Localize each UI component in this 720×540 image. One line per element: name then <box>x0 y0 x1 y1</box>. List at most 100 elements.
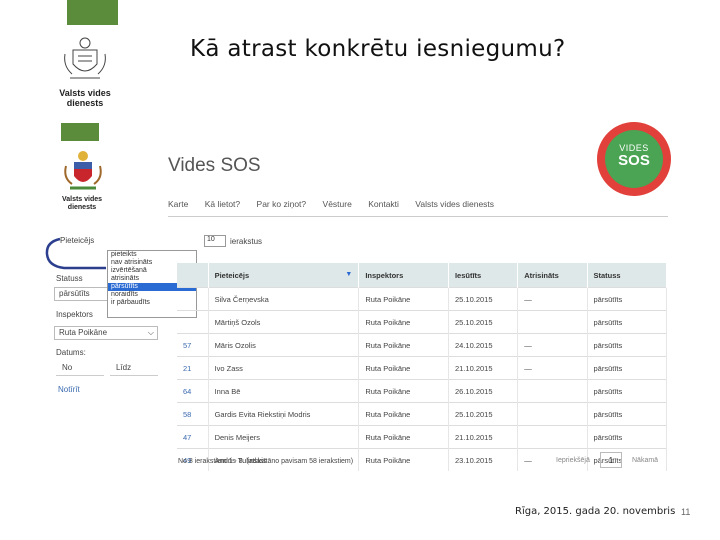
header-inspector[interactable]: Inspektors <box>358 263 449 288</box>
row-applicant: Inna Bē <box>208 379 360 403</box>
row-inspector: Ruta Poikāne <box>358 287 449 311</box>
pieteicejs-label: Pieteicējs <box>60 236 95 245</box>
row-status: pārsūtīts <box>587 356 667 380</box>
row-applicant: Ivo Zass <box>208 356 360 380</box>
row-id[interactable]: 57 <box>177 333 209 357</box>
slide-page-number: 11 <box>681 507 691 517</box>
per-page-suffix: ierakstus <box>230 237 263 246</box>
sort-down-icon: ▼ <box>345 270 353 278</box>
row-inspector: Ruta Poikāne <box>358 356 449 380</box>
row-id[interactable]: 58 <box>177 402 209 426</box>
row-id[interactable] <box>177 310 209 334</box>
inspector-label: Inspektors <box>56 310 93 319</box>
header-solved[interactable]: Atrisināts <box>517 263 588 288</box>
header-id <box>177 263 209 288</box>
nav-item-valsts-vides-dienests[interactable]: Valsts vides dienests <box>415 199 494 209</box>
logo-bottom-line2: dienests <box>67 204 97 211</box>
main-nav: Karte Kā lietot? Par ko ziņot? Vēsture K… <box>168 199 508 209</box>
date-from-input[interactable]: No <box>56 362 104 376</box>
row-inspector: Ruta Poikāne <box>358 333 449 357</box>
submissions-table: Pieteicējs ▼ Inspektors Iesūtīts Atrisin… <box>177 263 667 471</box>
row-solved <box>517 425 588 449</box>
table-row[interactable]: 57 Māris Ozolis Ruta Poikāne 24.10.2015 … <box>177 333 667 357</box>
slide-footer: Rīga, 2015. gada 20. novembris <box>515 506 676 517</box>
row-status: pārsūtīts <box>587 402 667 426</box>
nav-item-ka-lietot[interactable]: Kā lietot? <box>205 199 240 209</box>
row-submitted: 24.10.2015 <box>448 333 519 357</box>
green-block-top <box>67 0 118 25</box>
row-solved: — <box>517 287 588 311</box>
row-inspector: Ruta Poikāne <box>358 379 449 403</box>
badge-line2: SOS <box>618 152 650 169</box>
row-inspector: Ruta Poikāne <box>358 402 449 426</box>
logo-text-bottom: Valsts vides dienests <box>52 196 112 212</box>
row-id[interactable]: 21 <box>177 356 209 380</box>
row-submitted: 25.10.2015 <box>448 287 519 311</box>
table-row[interactable]: 58 Gardis Evita Riekstiņi Modris Ruta Po… <box>177 402 667 426</box>
row-status: pārsūtīts <box>587 287 667 311</box>
table-footer-info: No 8 ierakstiem 1 - 8. (atlasītāno pavis… <box>178 458 354 465</box>
row-solved <box>517 379 588 403</box>
nav-item-vesture[interactable]: Vēsture <box>323 199 352 209</box>
green-block-middle <box>61 123 99 141</box>
row-status: pārsūtīts <box>587 310 667 334</box>
row-id[interactable]: 64 <box>177 379 209 403</box>
coat-of-arms-logo-bottom <box>64 151 102 190</box>
date-label: Datums: <box>56 348 86 357</box>
row-solved: — <box>517 333 588 357</box>
per-page-select[interactable]: 10 <box>204 235 226 247</box>
vides-sos-badge-inner: VIDES SOS <box>605 130 663 188</box>
pager-page[interactable]: 1 <box>600 452 622 468</box>
row-submitted: 21.10.2015 <box>448 425 519 449</box>
row-applicant: Gardis Evita Riekstiņi Modris <box>208 402 360 426</box>
row-inspector: Ruta Poikāne <box>358 310 449 334</box>
row-submitted: 26.10.2015 <box>448 379 519 403</box>
status-option[interactable]: pieteikts <box>108 251 196 259</box>
table-row[interactable]: 47 Denis Meijers Ruta Poikāne 21.10.2015… <box>177 425 667 449</box>
row-applicant: Silva Čerņevska <box>208 287 360 311</box>
row-solved: — <box>517 356 588 380</box>
nav-item-par-ko-zinot[interactable]: Par ko ziņot? <box>257 199 307 209</box>
row-id[interactable] <box>177 287 209 311</box>
status-label: Statuss <box>56 274 83 283</box>
row-inspector: Ruta Poikāne <box>358 448 449 471</box>
slide-title: Kā atrast konkrētu iesniegumu? <box>190 36 566 62</box>
inspector-select[interactable]: Ruta Poikāne ⌵ <box>54 326 158 340</box>
row-submitted: 23.10.2015 <box>448 448 519 471</box>
row-submitted: 21.10.2015 <box>448 356 519 380</box>
coat-of-arms-logo-top <box>64 37 106 79</box>
row-inspector: Ruta Poikāne <box>358 425 449 449</box>
row-submitted: 25.10.2015 <box>448 402 519 426</box>
table-header-row: Pieteicējs ▼ Inspektors Iesūtīts Atrisin… <box>177 263 667 288</box>
header-status[interactable]: Statuss <box>587 263 667 288</box>
nav-item-kontakti[interactable]: Kontakti <box>368 199 399 209</box>
header-submitted[interactable]: Iesūtīts <box>448 263 519 288</box>
inspector-value: Ruta Poikāne <box>59 328 108 337</box>
chevron-down-icon: ⌵ <box>147 328 154 337</box>
row-applicant: Denis Meijers <box>208 425 360 449</box>
table-row[interactable]: Silva Čerņevska Ruta Poikāne 25.10.2015 … <box>177 287 667 311</box>
row-status: pārsūtīts <box>587 425 667 449</box>
logo-bottom-line1: Valsts vides <box>61 196 103 203</box>
logo-top-line2: dienests <box>66 98 104 108</box>
app-title: Vides SOS <box>168 155 261 176</box>
logo-top-line1: Valsts vides <box>59 88 111 98</box>
logo-text-top: Valsts vides dienests <box>50 88 120 108</box>
header-applicant-label: Pieteicējs <box>214 270 250 280</box>
nav-item-karte[interactable]: Karte <box>168 199 188 209</box>
pager-next[interactable]: Nākamā <box>632 457 658 464</box>
table-row[interactable]: 64 Inna Bē Ruta Poikāne 26.10.2015 pārsū… <box>177 379 667 403</box>
row-status: pārsūtīts <box>587 333 667 357</box>
row-submitted: 25.10.2015 <box>448 310 519 334</box>
row-solved <box>517 310 588 334</box>
clear-filters-link[interactable]: Notīrīt <box>58 385 80 394</box>
header-applicant[interactable]: Pieteicējs ▼ <box>208 263 360 288</box>
row-applicant: Mārtiņš Ozols <box>208 310 360 334</box>
date-to-input[interactable]: Līdz <box>110 362 158 376</box>
row-applicant: Māris Ozolis <box>208 333 360 357</box>
table-row[interactable]: Mārtiņš Ozols Ruta Poikāne 25.10.2015 pā… <box>177 310 667 334</box>
row-id[interactable]: 47 <box>177 425 209 449</box>
pager-prev[interactable]: Iepriekšējā <box>556 457 590 464</box>
row-status: pārsūtīts <box>587 379 667 403</box>
table-row[interactable]: 21 Ivo Zass Ruta Poikāne 21.10.2015 — pā… <box>177 356 667 380</box>
